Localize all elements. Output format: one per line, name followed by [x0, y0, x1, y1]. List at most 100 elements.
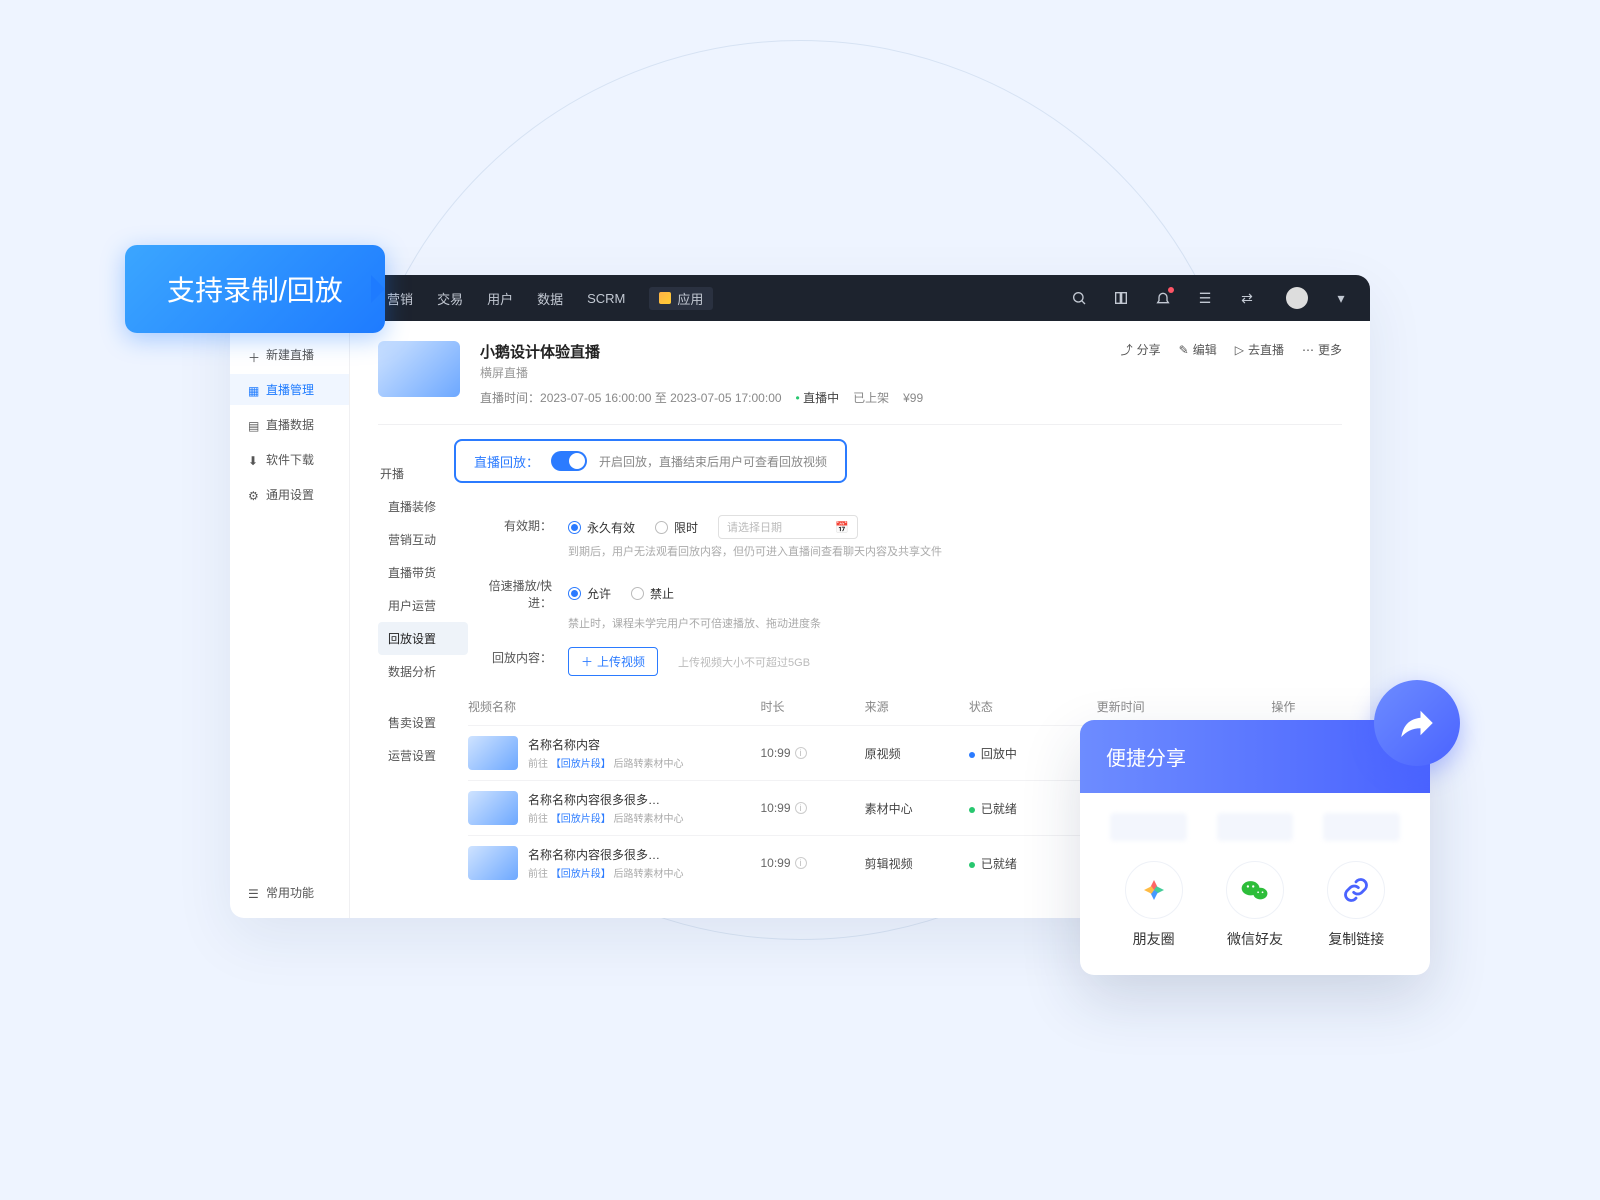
shelf-status: 已上架 — [853, 389, 889, 406]
validity-radio-forever[interactable]: 永久有效 — [568, 519, 635, 536]
share-wechat[interactable]: 微信好友 — [1226, 861, 1284, 949]
subnav-item[interactable]: 售卖设置 — [378, 706, 468, 739]
nav-item[interactable]: 交易 — [437, 289, 463, 308]
share-moments-label: 朋友圈 — [1125, 929, 1183, 949]
grid-icon: ▦ — [248, 384, 260, 396]
download-icon: ⬇ — [248, 454, 260, 466]
segment-link[interactable]: 【回放片段】 — [551, 814, 611, 825]
nav-item[interactable]: 用户 — [487, 289, 513, 308]
sidebar-footer[interactable]: ☰常用功能 — [230, 877, 349, 908]
replay-toggle-label: 直播回放： — [474, 452, 539, 471]
edit-button[interactable]: ✎编辑 — [1179, 341, 1217, 358]
chevron-down-icon[interactable]: ▾ — [1332, 289, 1350, 307]
pencil-icon: ✎ — [1179, 343, 1189, 357]
swap-icon[interactable]: ⇄ — [1238, 289, 1256, 307]
subnav-item[interactable]: 数据分析 — [378, 655, 468, 688]
sidebar-item-new[interactable]: ＋新建直播 — [230, 339, 349, 370]
col-op: 操作 — [1271, 698, 1342, 715]
share-bubble-icon — [1374, 680, 1460, 766]
subnav-item[interactable]: 直播带货 — [378, 556, 468, 589]
avatar[interactable] — [1286, 287, 1308, 309]
subnav-item[interactable]: 用户运营 — [378, 589, 468, 622]
sidebar: ＋新建直播 ▦直播管理 ▤直播数据 ⬇软件下载 ⚙通用设置 ☰常用功能 — [230, 321, 350, 918]
share-icon: ⤴ — [1121, 341, 1133, 358]
info-icon[interactable]: i — [795, 802, 807, 814]
nav-item[interactable]: SCRM — [587, 291, 625, 306]
goto-live-button[interactable]: ▷去直播 — [1235, 341, 1284, 358]
menu-icon[interactable]: ☰ — [1196, 289, 1214, 307]
bell-icon[interactable] — [1154, 289, 1172, 307]
validity-label: 有效期： — [468, 515, 552, 539]
speed-label: 倍速播放/快进： — [468, 575, 552, 611]
subnav-item-active[interactable]: 回放设置 — [378, 622, 468, 655]
settings-subnav: 开播 直播装修 营销互动 直播带货 用户运营 回放设置 数据分析 售卖设置 运营… — [378, 429, 468, 890]
more-button[interactable]: ⋯更多 — [1302, 341, 1342, 358]
segment-link[interactable]: 【回放片段】 — [551, 759, 611, 770]
replay-toggle-callout: 直播回放： 开启回放，直播结束后用户可查看回放视频 — [454, 439, 847, 483]
book-icon[interactable] — [1112, 289, 1130, 307]
stream-orientation: 横屏直播 — [480, 364, 1101, 381]
search-icon[interactable] — [1070, 289, 1088, 307]
col-dur: 时长 — [761, 698, 855, 715]
subnav-item[interactable]: 直播装修 — [378, 490, 468, 523]
col-updated: 更新时间 — [1097, 698, 1262, 715]
video-thumb — [468, 846, 518, 880]
video-status: 回放中 — [969, 745, 1087, 762]
feature-badge: 支持录制/回放 — [125, 245, 385, 333]
chart-icon: ▤ — [248, 419, 260, 431]
speed-radio-allow[interactable]: 允许 — [568, 585, 611, 602]
speed-help: 禁止时，课程未学完用户不可倍速播放、拖动进度条 — [568, 615, 1342, 631]
validity-help: 到期后，用户无法观看回放内容，但仍可进入直播间查看聊天内容及共享文件 — [568, 543, 1342, 559]
play-icon: ▷ — [1235, 343, 1244, 357]
nav-app-button[interactable]: 应用 — [649, 287, 713, 310]
video-duration: 10:99 i — [761, 856, 855, 870]
link-icon — [1327, 861, 1385, 919]
gear-icon: ⚙ — [248, 489, 260, 501]
col-status: 状态 — [969, 698, 1087, 715]
video-title[interactable]: 名称名称内容很多很多多… — [528, 846, 668, 863]
info-icon[interactable]: i — [795, 857, 807, 869]
stream-thumbnail — [378, 341, 460, 397]
col-src: 来源 — [865, 698, 959, 715]
video-thumb — [468, 791, 518, 825]
video-source: 剪辑视频 — [865, 855, 959, 872]
live-status: • 直播中 — [796, 389, 840, 406]
video-title[interactable]: 名称名称内容 — [528, 736, 668, 753]
replay-toggle-switch[interactable] — [551, 451, 587, 471]
video-title[interactable]: 名称名称内容很多很多多… — [528, 791, 668, 808]
page-title: 小鹅设计体验直播 — [480, 341, 1101, 362]
moments-icon — [1125, 861, 1183, 919]
list-icon: ☰ — [248, 887, 260, 899]
plus-icon: ＋ — [248, 349, 260, 361]
date-input[interactable]: 请选择日期📅 — [718, 515, 858, 539]
subnav-item[interactable]: 运营设置 — [378, 739, 468, 772]
sidebar-item-download[interactable]: ⬇软件下载 — [230, 444, 349, 475]
info-icon[interactable]: i — [795, 747, 807, 759]
video-source: 原视频 — [865, 745, 959, 762]
video-source: 素材中心 — [865, 800, 959, 817]
video-meta: 前往 【回放片段】 后路转素材中心 — [528, 865, 684, 880]
segment-link[interactable]: 【回放片段】 — [551, 869, 611, 880]
validity-radio-limited[interactable]: 限时 — [655, 519, 698, 536]
video-thumb — [468, 736, 518, 770]
video-duration: 10:99 i — [761, 746, 855, 760]
time-label: 直播时间：2023-07-05 16:00:00 至 2023-07-05 17… — [480, 389, 782, 406]
nav-item[interactable]: 数据 — [537, 289, 563, 308]
wechat-icon — [1226, 861, 1284, 919]
subnav-item[interactable]: 营销互动 — [378, 523, 468, 556]
videos-label: 回放内容： — [468, 647, 552, 676]
share-copy-link[interactable]: 复制链接 — [1327, 861, 1385, 949]
share-wechat-label: 微信好友 — [1226, 929, 1284, 949]
sidebar-item-manage[interactable]: ▦直播管理 — [230, 374, 349, 405]
sidebar-item-settings[interactable]: ⚙通用设置 — [230, 479, 349, 510]
video-meta: 前往 【回放片段】 后路转素材中心 — [528, 810, 684, 825]
video-duration: 10:99 i — [761, 801, 855, 815]
upload-video-button[interactable]: ＋ 上传视频 — [568, 647, 658, 676]
speed-radio-forbid[interactable]: 禁止 — [631, 585, 674, 602]
sidebar-item-data[interactable]: ▤直播数据 — [230, 409, 349, 440]
top-navbar: 播 圈子 课程 营销 交易 用户 数据 SCRM 应用 ☰ ⇄ ▾ — [230, 275, 1370, 321]
share-preview-placeholder — [1110, 813, 1400, 841]
share-button[interactable]: ⤴分享 — [1121, 341, 1161, 358]
col-name: 视频名称 — [468, 698, 751, 715]
share-moments[interactable]: 朋友圈 — [1125, 861, 1183, 949]
